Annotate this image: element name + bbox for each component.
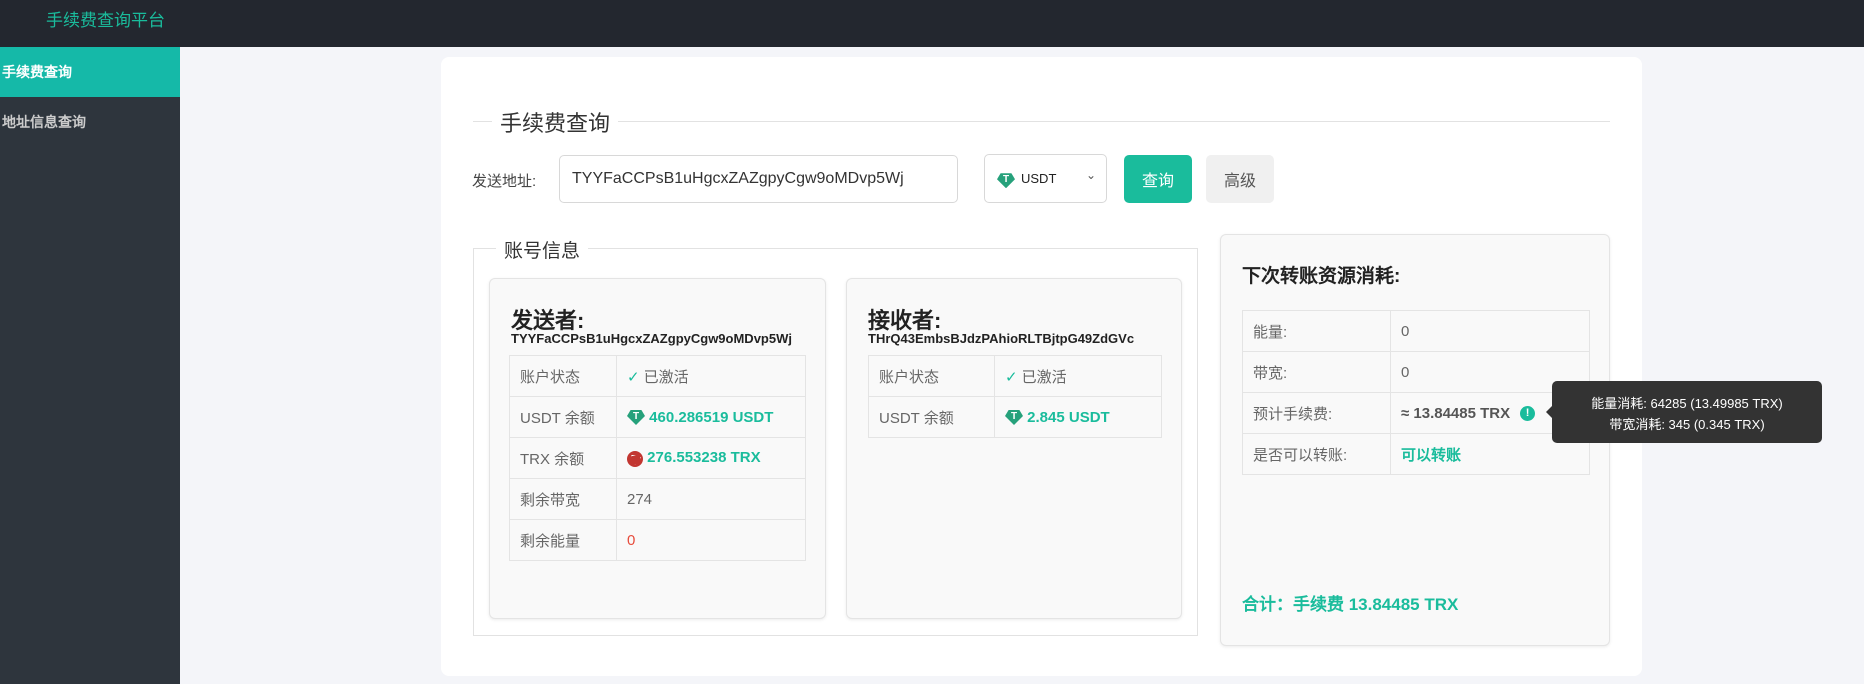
- table-row: 能量: 0: [1242, 310, 1590, 352]
- sender-table: 账户状态✓已激活 USDT 余额 460.286519 USDT TRX 余额 …: [509, 355, 806, 561]
- sidebar-item-fee-query[interactable]: 手续费查询: [0, 47, 180, 97]
- token-select[interactable]: USDT ⌄: [984, 154, 1107, 203]
- bandwidth-value: 274: [616, 478, 806, 520]
- top-header: 手续费查询平台: [0, 0, 1864, 47]
- sidebar-item-address-info[interactable]: 地址信息查询: [0, 97, 180, 147]
- status-value: 已激活: [1021, 368, 1067, 386]
- divider: [473, 121, 1610, 122]
- sender-address: TYYFaCCPsB1uHgcxZAZgpyCgw9oMDvp5Wj: [511, 331, 792, 346]
- table-row: 账户状态 ✓ 已激活: [868, 355, 1162, 397]
- tether-icon: [997, 173, 1015, 189]
- page-title: 手续费查询: [492, 106, 619, 138]
- resource-table: 能量: 0 带宽: 0 预计手续费: ≈ 13.84485 TRX! 是否可以转账: 可…: [1242, 310, 1590, 475]
- row-label: 带宽:: [1242, 351, 1391, 393]
- advanced-button[interactable]: 高级: [1206, 155, 1274, 203]
- row-value: 460.286519 USDT: [616, 396, 806, 438]
- sidebar: 手续费查询 地址信息查询: [0, 47, 180, 684]
- energy-value: 0: [1390, 310, 1590, 352]
- fee-tooltip: 能量消耗: 64285 (13.49985 TRX) 带宽消耗: 345 (0.…: [1546, 381, 1822, 443]
- estimated-fee: ≈ 13.84485 TRX: [1401, 404, 1511, 422]
- table-row: 剩余带宽 274: [509, 478, 806, 520]
- status-value: 已激活: [643, 368, 689, 386]
- trx-balance: 276.553238 TRX: [647, 449, 761, 467]
- row-label: 账户状态: [868, 355, 995, 397]
- address-label: 发送地址:: [472, 173, 537, 190]
- resource-title: 下次转账资源消耗:: [1242, 266, 1401, 287]
- receiver-address: THrQ43EmbsBJdzPAhioRLTBjtpG49ZdGVc: [868, 331, 1135, 346]
- receiver-card: 接收者: THrQ43EmbsBJdzPAhioRLTBjtpG49ZdGVc …: [846, 278, 1182, 619]
- row-label: USDT 余额: [509, 396, 617, 438]
- brand-title: 手续费查询平台: [46, 11, 165, 30]
- table-row: 带宽: 0: [1242, 351, 1590, 393]
- receiver-table: 账户状态✓已激活 USDT 余额 2.845 USDT: [868, 355, 1162, 438]
- row-label: 是否可以转账:: [1242, 433, 1391, 475]
- row-label: 剩余能量: [509, 519, 617, 561]
- total-fee: 合计：手续费 13.84485 TRX: [1242, 595, 1459, 614]
- tether-icon: [627, 410, 645, 426]
- tron-icon: [627, 450, 643, 467]
- chevron-down-icon: ⌄: [1085, 168, 1096, 182]
- row-label: 剩余带宽: [509, 478, 617, 520]
- table-row: TRX 余额 276.553238 TRX: [509, 437, 806, 479]
- row-label: 账户状态: [509, 355, 617, 397]
- row-label: 能量:: [1242, 310, 1391, 352]
- info-icon[interactable]: !: [1520, 406, 1536, 422]
- tether-icon: [1005, 410, 1023, 426]
- row-value: 276.553238 TRX: [616, 437, 806, 479]
- address-input[interactable]: [559, 155, 958, 203]
- table-row: USDT 余额 2.845 USDT: [868, 396, 1162, 438]
- row-label: TRX 余额: [509, 437, 617, 479]
- table-row: 剩余能量 0: [509, 519, 806, 561]
- check-icon: ✓: [627, 368, 640, 386]
- usdt-balance: 2.845 USDT: [1027, 408, 1110, 426]
- check-icon: ✓: [1005, 368, 1018, 386]
- tooltip-energy-line: 能量消耗: 64285 (13.49985 TRX): [1591, 396, 1783, 411]
- query-button[interactable]: 查询: [1124, 155, 1192, 203]
- row-value: ✓ 已激活: [616, 355, 806, 397]
- row-value: ✓ 已激活: [994, 355, 1162, 397]
- table-row: 是否可以转账: 可以转账: [1242, 433, 1590, 475]
- table-row: 账户状态 ✓ 已激活: [509, 355, 806, 397]
- tooltip-bandwidth-line: 带宽消耗: 345 (0.345 TRX): [1609, 417, 1765, 432]
- sender-card: 发送者: TYYFaCCPsB1uHgcxZAZgpyCgw9oMDvp5Wj …: [489, 278, 826, 619]
- row-label: USDT 余额: [868, 396, 995, 438]
- energy-value: 0: [616, 519, 806, 561]
- usdt-balance: 460.286519 USDT: [649, 408, 774, 426]
- row-value: 2.845 USDT: [994, 396, 1162, 438]
- account-info-title: 账号信息: [496, 236, 589, 263]
- table-row: USDT 余额 460.286519 USDT: [509, 396, 806, 438]
- table-row: 预计手续费: ≈ 13.84485 TRX!: [1242, 392, 1590, 434]
- token-select-value: USDT: [1021, 171, 1057, 186]
- row-label: 预计手续费:: [1242, 392, 1391, 434]
